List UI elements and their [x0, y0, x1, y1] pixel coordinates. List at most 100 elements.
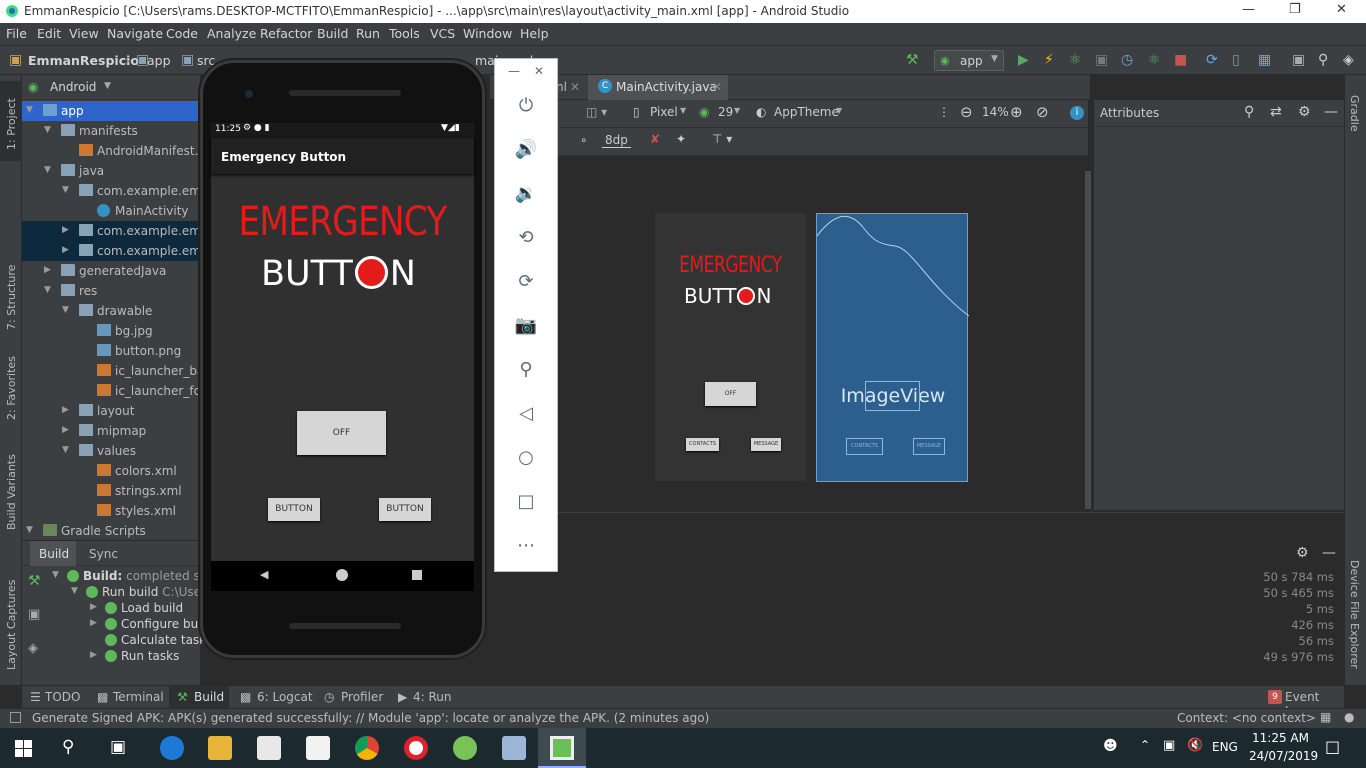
- back-icon[interactable]: ◀: [260, 568, 268, 581]
- tree-item[interactable]: ▶ layout: [22, 401, 200, 421]
- power-icon[interactable]: ⏻: [495, 95, 557, 116]
- menu-vcs[interactable]: VCS: [430, 26, 455, 41]
- notifications-icon[interactable]: ●: [1344, 710, 1354, 724]
- tree-item[interactable]: ▼ com.example.emm: [22, 181, 200, 201]
- close-icon[interactable]: ✕: [1336, 2, 1347, 17]
- autoconnect-icon[interactable]: ∘: [580, 133, 588, 147]
- align-icon[interactable]: ⊤ ▾: [712, 132, 732, 146]
- menu-tools[interactable]: Tools: [389, 26, 420, 41]
- chevron-right-icon[interactable]: ▶: [90, 618, 97, 628]
- chevron-down-icon[interactable]: ▼: [71, 586, 78, 596]
- tab-profiler[interactable]: Profiler: [341, 690, 383, 704]
- paint-icon[interactable]: [502, 736, 526, 760]
- close-icon[interactable]: ✕: [712, 80, 722, 94]
- preview-off-button[interactable]: OFF: [705, 382, 756, 406]
- volume-muted-icon[interactable]: 🔇: [1187, 738, 1203, 753]
- pin-icon[interactable]: ◈: [1343, 52, 1354, 68]
- breadcrumb-src[interactable]: src: [197, 53, 215, 68]
- tree-item[interactable]: ▶ mipmap: [22, 421, 200, 441]
- tab-gradle[interactable]: Gradle: [1348, 95, 1361, 132]
- search-icon[interactable]: ⚲: [62, 737, 74, 757]
- toggle-tool-windows-icon[interactable]: [10, 712, 21, 723]
- api-selector[interactable]: 29: [718, 105, 733, 119]
- rotate-left-icon[interactable]: ⟲: [495, 227, 557, 248]
- tab-build[interactable]: Build: [194, 690, 224, 704]
- chevron-down-icon[interactable]: ▼: [62, 185, 69, 195]
- breadcrumb-project[interactable]: EmmanRespicio: [28, 53, 139, 68]
- tree-item[interactable]: ▶ com.example.emm: [22, 241, 200, 261]
- chevron-down-icon[interactable]: ▼: [680, 106, 686, 115]
- android-studio-icon[interactable]: [453, 736, 477, 760]
- clear-constraints-icon[interactable]: ✘: [650, 132, 660, 146]
- project-structure-icon[interactable]: ▣: [1292, 52, 1305, 68]
- menu-code[interactable]: Code: [166, 26, 198, 41]
- menu-help[interactable]: Help: [520, 26, 549, 41]
- tree-item[interactable]: strings.xml: [22, 481, 200, 501]
- canvas-scrollbar[interactable]: [1085, 171, 1091, 509]
- off-button[interactable]: OFF: [297, 411, 386, 455]
- back-icon[interactable]: ◁: [495, 403, 557, 424]
- edge-icon[interactable]: [160, 736, 184, 760]
- volume-down-icon[interactable]: 🔉: [495, 183, 557, 204]
- file-explorer-icon[interactable]: [208, 736, 232, 760]
- orientation-icon[interactable]: ◫ ▾: [586, 105, 607, 119]
- chevron-right-icon[interactable]: ▶: [62, 425, 69, 435]
- clock-time[interactable]: 11:25 AM: [1252, 731, 1309, 745]
- tree-item[interactable]: styles.xml: [22, 501, 200, 521]
- windows-start-icon[interactable]: [15, 740, 32, 757]
- minimize-panel-icon[interactable]: —: [1324, 104, 1338, 120]
- home-icon[interactable]: ○: [495, 447, 557, 468]
- run-config-dropdown[interactable]: ◉ app ▼: [934, 50, 1004, 71]
- chevron-right-icon[interactable]: ▶: [62, 225, 69, 235]
- menu-window[interactable]: Window: [463, 26, 512, 41]
- tab-project[interactable]: 1: Project: [5, 98, 18, 150]
- people-icon[interactable]: ☻: [1103, 738, 1118, 754]
- tab-favorites[interactable]: 2: Favorites: [5, 356, 18, 420]
- debug-icon[interactable]: ⚛: [1069, 52, 1082, 68]
- emulator-taskbar-button[interactable]: [538, 728, 586, 768]
- chevron-right-icon[interactable]: ▶: [90, 650, 97, 660]
- debug-attach-icon[interactable]: ⚛: [1148, 52, 1161, 68]
- tree-item[interactable]: ic_launcher_fore: [22, 381, 200, 401]
- tree-item[interactable]: ▼ drawable: [22, 301, 200, 321]
- menu-view[interactable]: View: [69, 26, 99, 41]
- menu-build[interactable]: Build: [317, 26, 348, 41]
- tree-item[interactable]: bg.jpg: [22, 321, 200, 341]
- blueprint-contacts-button[interactable]: CONTACTS: [846, 438, 883, 455]
- more-icon[interactable]: ⋮: [938, 105, 950, 119]
- gear-icon[interactable]: ⚙: [1298, 104, 1311, 120]
- view-mode-selector[interactable]: Android: [50, 80, 96, 94]
- tab-device-file-explorer[interactable]: Device File Explorer: [1348, 560, 1361, 669]
- maximize-icon[interactable]: ❐: [1289, 2, 1301, 17]
- menu-edit[interactable]: Edit: [37, 26, 61, 41]
- gear-icon[interactable]: ⚙: [1296, 545, 1309, 561]
- chevron-down-icon[interactable]: ▼: [26, 105, 33, 115]
- blueprint-preview[interactable]: ImageView CONTACTS MESSAGE: [816, 213, 969, 482]
- tree-item[interactable]: AndroidManifest.xml: [22, 141, 200, 161]
- menu-run[interactable]: Run: [356, 26, 380, 41]
- tab-layout-captures[interactable]: Layout Captures: [5, 580, 18, 670]
- tree-item[interactable]: ic_launcher_bac: [22, 361, 200, 381]
- tab-run[interactable]: 4: Run: [413, 690, 452, 704]
- swap-icon[interactable]: ⇄: [1270, 104, 1282, 120]
- zoom-icon[interactable]: ⚲: [495, 359, 557, 380]
- device-selector[interactable]: Pixel: [650, 105, 678, 119]
- overview-icon[interactable]: □: [495, 491, 557, 512]
- menu-navigate[interactable]: Navigate: [107, 26, 163, 41]
- tree-item[interactable]: colors.xml: [22, 461, 200, 481]
- minimize-panel-icon[interactable]: —: [1322, 545, 1336, 561]
- menu-analyze[interactable]: Analyze: [207, 26, 256, 41]
- chevron-right-icon[interactable]: ▶: [62, 245, 69, 255]
- home-icon[interactable]: [336, 569, 348, 581]
- volume-up-icon[interactable]: 🔊: [495, 139, 557, 160]
- emulator-screen[interactable]: 11:25 ⚙ ● ▮ ▼◢▮ Emergency Button EMERGEN…: [211, 123, 474, 591]
- blueprint-message-button[interactable]: MESSAGE: [913, 438, 945, 455]
- run-icon[interactable]: ▶: [1018, 52, 1029, 68]
- chevron-down-icon[interactable]: ▼: [62, 305, 69, 315]
- menu-refactor[interactable]: Refactor: [260, 26, 312, 41]
- search-icon[interactable]: ⚲: [1244, 104, 1254, 120]
- tree-item[interactable]: ▼ res: [22, 281, 200, 301]
- preview-message-button[interactable]: MESSAGE: [751, 438, 781, 451]
- chrome-icon[interactable]: [355, 736, 379, 760]
- more-icon[interactable]: ⋯: [495, 535, 557, 556]
